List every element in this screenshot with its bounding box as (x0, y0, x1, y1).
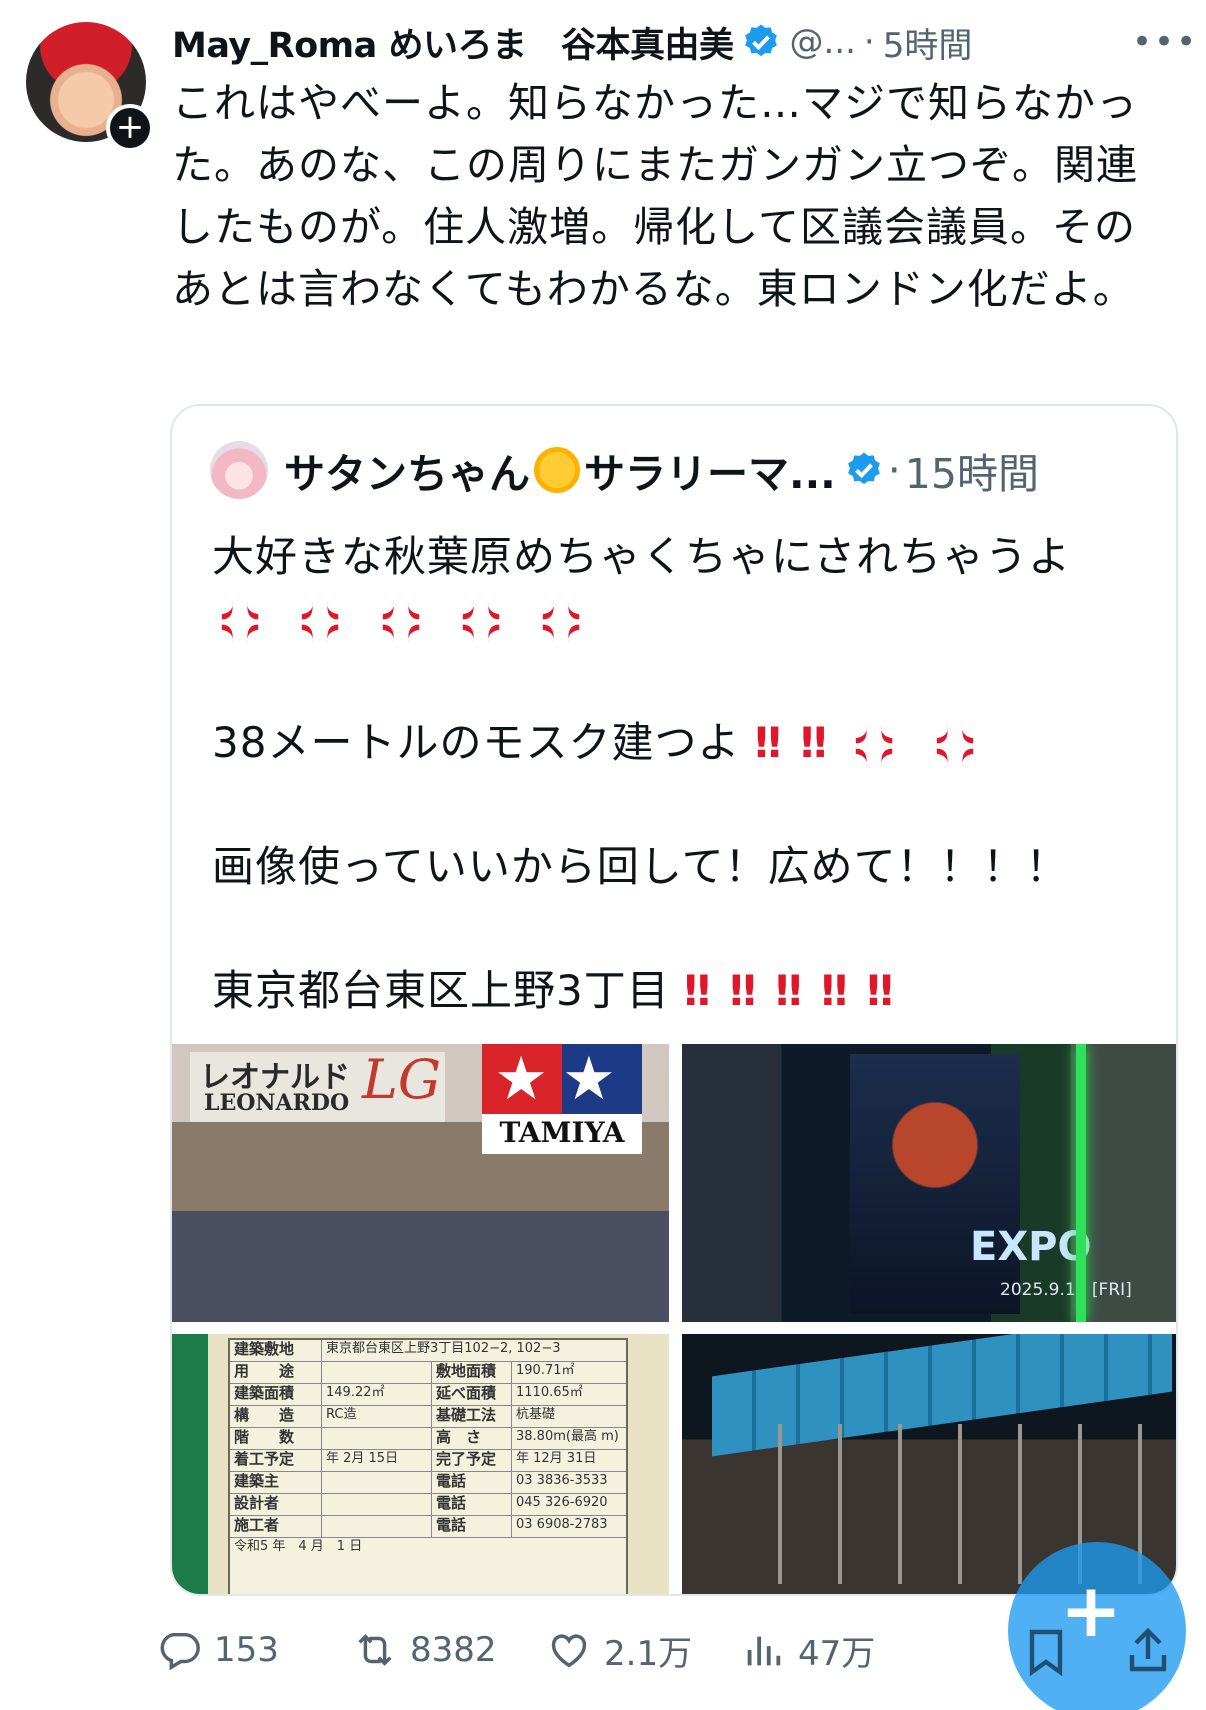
post-text: これはやべーよ。知らなかった…マジで知らなかった。あのな、この周りにまたガンガン… (172, 79, 1138, 313)
quoted-paragraph-1: 大好きな秋葉原めちゃくちゃにされちゃうよ (212, 526, 1152, 650)
reply-icon (160, 1632, 200, 1671)
green-light-strip (1076, 1044, 1086, 1322)
quoted-author-avatar[interactable] (210, 441, 268, 499)
repost-icon (358, 1634, 392, 1666)
quoted-author-name-part1[interactable]: サタンちゃん (284, 440, 530, 500)
media-photo-expo-poster[interactable]: EXPO 2025.9.12 [FRI] (682, 1044, 1176, 1322)
quoted-line-1: 大好きな秋葉原めちゃくちゃにされちゃうよ (212, 532, 1072, 581)
author-handle[interactable]: @... (789, 22, 855, 62)
lg-logo: LG (362, 1048, 441, 1111)
quoted-paragraph-2: 38メートルのモスク建つよ ‼ ‼ (212, 712, 1152, 774)
quoted-time-separator: · (887, 446, 901, 494)
tamiya-word: TAMIYA (499, 1116, 625, 1149)
double-exclamation-icon: ‼ (754, 718, 781, 767)
quoted-line-2: 38メートルのモスク建つよ (212, 718, 741, 767)
views-button[interactable]: 47万 (740, 1626, 875, 1675)
media-grid: レオナルド LEONARDO LG ★★ TAMIYA EXPO 2025.9.… (172, 1044, 1176, 1594)
time-separator: · (863, 22, 875, 62)
notice-row: 階 数高 さ 38.80m(最高 m) (230, 1428, 626, 1450)
quoted-post-header: サタンちゃん サラリーマ... · 15時間 (210, 440, 1039, 500)
quoted-post-card[interactable]: サタンちゃん サラリーマ... · 15時間 大好きな秋葉原めちゃくちゃにされち… (170, 404, 1178, 1596)
double-exclamation-icon: ‼ (729, 966, 756, 1015)
reply-count: 153 (214, 1630, 279, 1670)
author-display-name[interactable]: May_Roma めいろま 谷本真由美 (172, 17, 734, 68)
expo-poster: EXPO 2025.9.12 [FRI] (850, 1054, 1132, 1314)
post-header: May_Roma めいろま 谷本真由美 @... · 5時間 (172, 16, 1182, 68)
media-photo-shopfront[interactable]: レオナルド LEONARDO LG ★★ TAMIYA (172, 1044, 669, 1322)
construction-notice-board: 建築敷地 東京都台東区上野3丁目102−2, 102−3 用 途敷地面積 190.… (228, 1338, 628, 1594)
more-options-icon[interactable]: ••• (1132, 22, 1200, 62)
double-exclamation-icon: ‼ (821, 966, 847, 1015)
repost-count: 8382 (410, 1630, 497, 1670)
quoted-line-4: 東京都台東区上野3丁目 (212, 966, 670, 1015)
double-exclamation-icon: ‼ (684, 966, 710, 1015)
views-count: 47万 (798, 1633, 876, 1674)
quoted-verified-badge-icon (847, 452, 880, 485)
quoted-author-name-part2[interactable]: サラリーマ... (584, 440, 836, 500)
heart-icon (551, 1634, 587, 1668)
quoted-paragraph-4: 東京都台東区上野3丁目 ‼ ‼ ‼ ‼ ‼ (212, 960, 1152, 1022)
anger-emoji-icon (856, 724, 893, 767)
bookmark-icon[interactable] (1022, 1626, 1070, 1678)
sun-emoji-icon (534, 447, 580, 493)
notice-row: 用 途敷地面積 190.71㎡ (230, 1362, 626, 1384)
media-photo-construction-notice[interactable]: 建築敷地 東京都台東区上野3丁目102−2, 102−3 用 途敷地面積 190.… (172, 1334, 669, 1594)
notice-frame (172, 1334, 208, 1594)
notice-footer-row: 令和5 年 4 月 1 日 (234, 1539, 363, 1554)
tamiya-logo: ★★ TAMIYA (482, 1044, 642, 1154)
follow-plus-button[interactable]: + (106, 104, 154, 152)
reply-button[interactable]: 153 (156, 1627, 279, 1673)
quoted-post-text: 大好きな秋葉原めちゃくちゃにされちゃうよ 38メートルのモスク建つよ ‼ ‼ 画… (212, 526, 1152, 1084)
post-time[interactable]: 5時間 (883, 18, 973, 67)
notice-row: 構 造 RC造 基礎工法 杭基礎 (230, 1406, 626, 1428)
tamiya-stars-icon: ★★ (482, 1044, 642, 1114)
verified-badge-icon (745, 24, 778, 57)
expo-date: 2025.9.12 [FRI] (1000, 1280, 1132, 1300)
anger-emoji-icon (302, 600, 339, 643)
notice-row: 着工予定年 2月 15日 完了予定年 12月 31日 (230, 1450, 626, 1472)
notice-row: 建築主 電話 03 3836-3533 (230, 1472, 626, 1494)
quoted-line-3: 画像使っていいから回して！広めて！！！！ (212, 842, 1069, 891)
double-exclamation-icon: ‼ (866, 966, 893, 1015)
anger-emoji-icon (382, 600, 419, 643)
like-button[interactable]: 2.1万 (546, 1626, 692, 1675)
anger-emoji-icon (462, 600, 500, 643)
double-exclamation-icon: ‼ (775, 966, 802, 1015)
views-chart-icon (747, 1636, 781, 1666)
repost-button[interactable]: 8382 (352, 1627, 497, 1673)
anger-emoji-icon (543, 600, 580, 643)
like-count: 2.1万 (604, 1633, 693, 1674)
expo-word: EXPO (970, 1224, 1092, 1270)
notice-row: 施工者 電話 03 6908-2783 (230, 1516, 626, 1538)
anger-emoji-row (212, 588, 1152, 650)
leonardo-sign-en: LEONARDO (204, 1090, 350, 1116)
share-icon[interactable] (1124, 1624, 1172, 1678)
notice-row: 建築面積 149.22㎡ 延べ面積 1110.65㎡ (230, 1384, 626, 1406)
notice-address-row: 建築敷地 東京都台東区上野3丁目102−2, 102−3 (230, 1340, 626, 1362)
quoted-post-time[interactable]: 15時間 (905, 440, 1039, 500)
double-exclamation-icon: ‼ (800, 718, 827, 767)
quoted-paragraph-3: 画像使っていいから回して！広めて！！！！ (212, 836, 1152, 898)
anger-emoji-icon (221, 600, 259, 643)
anger-emoji-icon (936, 724, 973, 767)
notice-row: 設計者 電話 045 326-6920 (230, 1494, 626, 1516)
